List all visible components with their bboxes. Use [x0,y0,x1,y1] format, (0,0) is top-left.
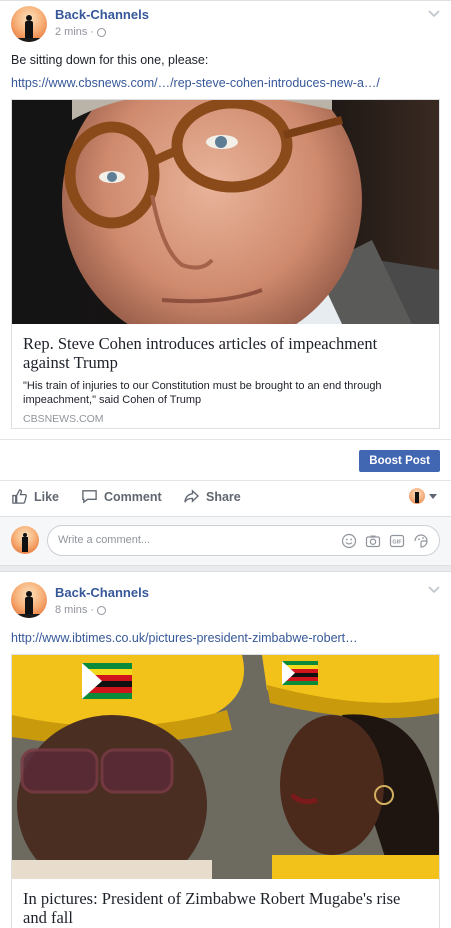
portrait-photo [12,100,439,324]
sticker-icon[interactable] [413,533,429,549]
link-preview-description: "His train of injuries to our Constituti… [23,380,382,406]
link-preview-image[interactable] [12,100,439,324]
share-button[interactable]: Share [183,488,241,505]
like-button[interactable]: Like [11,488,59,505]
link-preview-body[interactable]: Rep. Steve Cohen introduces articles of … [12,324,439,428]
share-label: Share [206,489,241,504]
comment-input[interactable] [58,534,318,546]
post-timestamp[interactable]: 8 mins [55,604,87,616]
chevron-down-icon[interactable] [428,10,440,18]
share-icon [184,489,200,503]
boost-post-button[interactable]: Boost Post [359,450,440,472]
action-bar: Like Comment Share [0,480,451,516]
chevron-down-icon[interactable] [428,586,440,594]
comment-label: Comment [104,489,162,504]
link-preview-image[interactable] [12,655,439,879]
page-avatar[interactable] [11,582,47,618]
camera-icon[interactable] [365,533,381,549]
divider [0,439,451,440]
post-meta: 8 mins · [55,604,107,616]
page-name-link[interactable]: Back-Channels [55,7,149,22]
page-name-link[interactable]: Back-Channels [55,585,149,600]
link-preview-card[interactable]: In pictures: President of Zimbabwe Rober… [11,654,440,928]
comment-composer: GIF [0,516,451,565]
post-as-selector[interactable] [409,488,437,504]
post-text: Be sitting down for this one, please: [11,53,209,67]
svg-text:GIF: GIF [392,540,402,546]
post-meta: 2 mins · [55,26,107,38]
commenter-avatar [11,526,39,554]
feed-post: Back-Channels 8 mins · http://www.ibtime… [0,571,451,928]
like-label: Like [34,489,60,504]
comment-icon [82,490,97,504]
globe-icon [97,27,107,37]
page-avatar[interactable] [11,6,47,42]
feed-post: Back-Channels 2 mins · Be sitting down f… [0,0,451,566]
post-timestamp[interactable]: 2 mins [55,26,87,38]
link-preview-title[interactable]: In pictures: President of Zimbabwe Rober… [23,889,428,927]
news-photo [12,655,439,879]
globe-icon [97,605,107,615]
link-preview-title[interactable]: Rep. Steve Cohen introduces articles of … [23,334,428,372]
link-preview-card[interactable]: Rep. Steve Cohen introduces articles of … [11,99,440,429]
link-preview-body[interactable]: In pictures: President of Zimbabwe Rober… [12,879,439,928]
gif-icon[interactable]: GIF [389,533,405,549]
link-preview-domain: CBSNEWS.COM [23,413,104,425]
comment-button[interactable]: Comment [81,488,162,505]
chevron-down-icon [429,493,437,499]
like-icon [12,489,27,504]
post-link[interactable]: https://www.cbsnews.com/…/rep-steve-cohe… [11,76,380,90]
post-link[interactable]: http://www.ibtimes.co.uk/pictures-presid… [11,631,358,645]
emoji-icon[interactable] [341,533,357,549]
comment-box[interactable]: GIF [47,525,440,556]
avatar [409,488,425,504]
